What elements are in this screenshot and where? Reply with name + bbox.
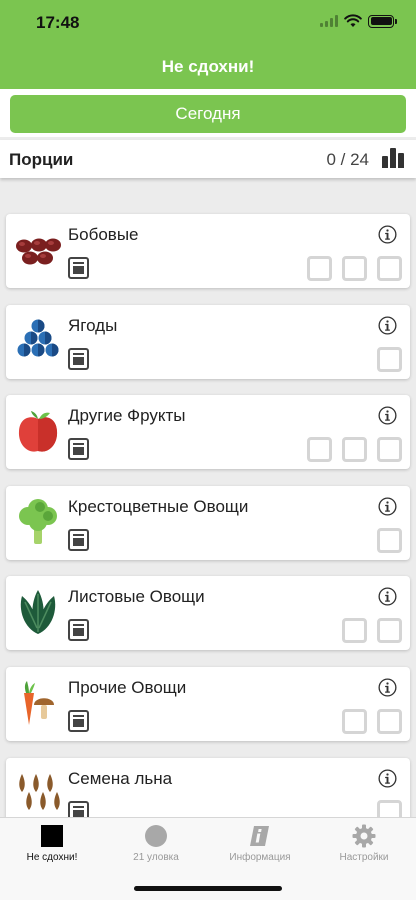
flaxseed-icon xyxy=(14,770,62,817)
carrot-mushroom-icon xyxy=(14,679,62,727)
serving-checkbox[interactable] xyxy=(377,799,402,817)
info-icon[interactable] xyxy=(378,497,397,516)
info-icon[interactable] xyxy=(378,678,397,697)
tab-home[interactable]: Не сдохни! xyxy=(0,824,104,874)
info-icon[interactable] xyxy=(378,316,397,335)
serving-checkbox[interactable] xyxy=(342,618,367,644)
serving-checkbox[interactable] xyxy=(307,437,332,463)
book-icon[interactable] xyxy=(68,528,89,551)
category-title: Семена льна xyxy=(68,768,173,788)
gear-icon xyxy=(352,824,376,848)
tab-label: Информация xyxy=(229,852,291,863)
tab-tweaks[interactable]: 21 уловка xyxy=(104,824,208,874)
wifi-icon xyxy=(344,14,362,27)
serving-checkbox[interactable] xyxy=(377,256,402,281)
serving-checkboxes xyxy=(342,709,402,734)
portions-count: 0 / 24 xyxy=(326,150,369,169)
serving-checkboxes xyxy=(307,437,402,463)
book-icon[interactable] xyxy=(68,800,89,817)
book-icon[interactable] xyxy=(68,710,89,732)
tab-settings[interactable]: Настройки xyxy=(312,824,416,874)
serving-checkboxes xyxy=(377,527,402,553)
category-title: Ягоды xyxy=(68,315,118,335)
category-card[interactable]: Прочие Овощи xyxy=(6,667,410,741)
category-title: Крестоцветные Овощи xyxy=(68,496,249,516)
serving-checkbox[interactable] xyxy=(377,527,402,553)
serving-checkbox[interactable] xyxy=(377,618,402,644)
category-title: Другие Фрукты xyxy=(68,406,186,426)
app-header: 17:48 Не сдохни! xyxy=(0,0,416,89)
info-icon[interactable] xyxy=(378,406,397,425)
beans-icon xyxy=(14,226,62,274)
category-card[interactable]: Другие Фрукты xyxy=(6,395,410,470)
serving-checkbox[interactable] xyxy=(377,346,402,372)
book-icon[interactable] xyxy=(68,257,89,279)
portions-row: Порции 0 / 24 xyxy=(0,140,416,178)
serving-checkboxes xyxy=(377,346,402,372)
category-card[interactable]: Семена льна xyxy=(6,757,410,817)
book-icon[interactable] xyxy=(68,347,89,370)
info-icon[interactable] xyxy=(378,769,397,788)
square-icon xyxy=(40,824,64,848)
serving-checkbox[interactable] xyxy=(342,256,367,281)
category-list[interactable]: Бобовые Ягоды Другие Фрукты Крестоцветные О… xyxy=(0,178,416,817)
today-bar: Сегодня xyxy=(0,89,416,137)
serving-checkbox[interactable] xyxy=(307,256,332,281)
serving-checkbox[interactable] xyxy=(342,709,367,734)
serving-checkboxes xyxy=(307,256,402,281)
serving-checkbox[interactable] xyxy=(342,437,367,463)
portions-label: Порции xyxy=(9,150,74,169)
tab-label: Настройки xyxy=(339,852,389,863)
info-book-icon xyxy=(248,824,272,848)
broccoli-icon xyxy=(14,498,62,546)
page-title: Не сдохни! xyxy=(161,57,255,76)
leafy-greens-icon xyxy=(14,588,62,636)
home-indicator xyxy=(134,886,282,891)
category-card[interactable]: Ягоды xyxy=(6,304,410,379)
info-icon[interactable] xyxy=(378,587,397,606)
serving-checkboxes xyxy=(377,799,402,817)
signal-icon xyxy=(320,15,338,27)
serving-checkbox[interactable] xyxy=(377,709,402,734)
category-title: Листовые Овощи xyxy=(68,587,205,607)
bar-chart-icon[interactable] xyxy=(382,148,404,168)
info-icon[interactable] xyxy=(378,225,397,244)
category-title: Бобовые xyxy=(68,225,139,244)
category-card[interactable]: Бобовые xyxy=(6,214,410,288)
book-icon[interactable] xyxy=(68,619,89,642)
serving-checkboxes xyxy=(342,618,402,644)
tab-label: 21 уловка xyxy=(133,852,179,863)
book-icon[interactable] xyxy=(68,438,89,461)
serving-checkbox[interactable] xyxy=(377,437,402,463)
berries-icon xyxy=(14,317,62,365)
battery-icon xyxy=(368,14,397,28)
category-card[interactable]: Листовые Овощи xyxy=(6,576,410,651)
status-time: 17:48 xyxy=(36,13,80,32)
tab-info[interactable]: Информация xyxy=(208,824,312,874)
today-button[interactable]: Сегодня xyxy=(10,95,406,133)
status-icons xyxy=(320,14,397,28)
tab-label: Не сдохни! xyxy=(26,852,78,863)
circle-icon xyxy=(144,824,168,848)
category-card[interactable]: Крестоцветные Овощи xyxy=(6,485,410,560)
apple-icon xyxy=(14,407,62,455)
category-title: Прочие Овощи xyxy=(68,678,187,697)
